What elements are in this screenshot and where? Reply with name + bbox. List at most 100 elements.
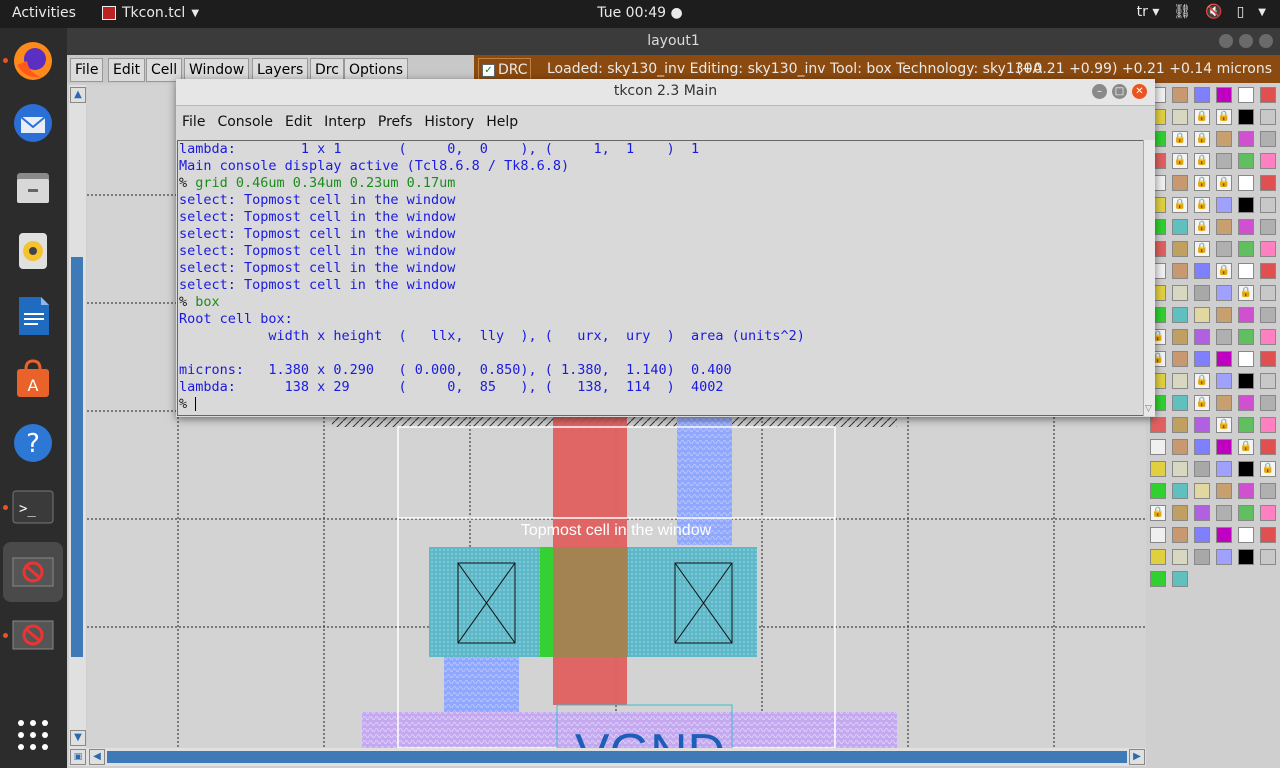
layer-lock-icon[interactable]: 🔒 bbox=[1216, 263, 1232, 279]
layer-swatch[interactable] bbox=[1216, 329, 1232, 345]
battery-icon[interactable]: ▯ bbox=[1237, 4, 1245, 20]
scroll-thumb[interactable] bbox=[71, 257, 83, 657]
scroll-thumb[interactable] bbox=[107, 751, 1127, 763]
layer-lock-icon[interactable]: 🔒 bbox=[1216, 109, 1232, 125]
volume-icon[interactable]: 🔇 bbox=[1205, 4, 1222, 20]
layer-lock-icon[interactable]: 🔒 bbox=[1172, 197, 1188, 213]
chevron-down-icon[interactable]: ▼ bbox=[1258, 7, 1266, 18]
layer-swatch[interactable] bbox=[1238, 241, 1254, 257]
tkcon-menu-console[interactable]: Console bbox=[211, 106, 279, 138]
layer-swatch[interactable] bbox=[1194, 549, 1210, 565]
layer-swatch[interactable] bbox=[1260, 241, 1276, 257]
layer-swatch[interactable] bbox=[1194, 505, 1210, 521]
activities-button[interactable]: Activities bbox=[12, 5, 76, 21]
layer-swatch[interactable] bbox=[1150, 571, 1166, 587]
maximize-button[interactable]: □ bbox=[1112, 84, 1127, 99]
layer-swatch[interactable] bbox=[1238, 87, 1254, 103]
layer-swatch[interactable] bbox=[1194, 483, 1210, 499]
layer-swatch[interactable] bbox=[1216, 219, 1232, 235]
checkbox-icon[interactable]: ✓ bbox=[482, 63, 495, 77]
layer-swatch[interactable] bbox=[1238, 219, 1254, 235]
layer-lock-icon[interactable]: 🔒 bbox=[1194, 131, 1210, 147]
layer-swatch[interactable] bbox=[1238, 109, 1254, 125]
layer-swatch[interactable] bbox=[1238, 197, 1254, 213]
layer-swatch[interactable] bbox=[1238, 417, 1254, 433]
firefox-icon[interactable] bbox=[10, 38, 56, 84]
layer-swatch[interactable] bbox=[1260, 197, 1276, 213]
scroll-down-button[interactable]: ▼ bbox=[70, 730, 86, 746]
layer-swatch[interactable] bbox=[1260, 307, 1276, 323]
app-menu[interactable]: Tkcon.tcl ▼ bbox=[102, 5, 199, 21]
layer-swatch[interactable] bbox=[1172, 373, 1188, 389]
scroll-up-button[interactable]: ▲ bbox=[70, 87, 86, 103]
layer-swatch[interactable] bbox=[1238, 131, 1254, 147]
layer-lock-icon[interactable]: 🔒 bbox=[1238, 285, 1254, 301]
layer-swatch[interactable] bbox=[1216, 351, 1232, 367]
layer-swatch[interactable] bbox=[1194, 263, 1210, 279]
rhythmbox-icon[interactable] bbox=[10, 228, 56, 274]
layer-swatch[interactable] bbox=[1260, 131, 1276, 147]
layer-swatch[interactable] bbox=[1238, 461, 1254, 477]
layer-lock-icon[interactable]: 🔒 bbox=[1194, 373, 1210, 389]
layer-swatch[interactable] bbox=[1238, 263, 1254, 279]
layer-swatch[interactable] bbox=[1172, 219, 1188, 235]
layer-swatch[interactable] bbox=[1150, 417, 1166, 433]
scroll-right-button[interactable]: ▶ bbox=[1129, 749, 1145, 765]
layer-swatch[interactable] bbox=[1238, 549, 1254, 565]
layer-lock-icon[interactable]: 🔒 bbox=[1194, 197, 1210, 213]
layer-swatch[interactable] bbox=[1238, 395, 1254, 411]
layer-swatch[interactable] bbox=[1260, 527, 1276, 543]
layer-swatch[interactable] bbox=[1260, 395, 1276, 411]
layer-swatch[interactable] bbox=[1172, 461, 1188, 477]
layer-swatch[interactable] bbox=[1194, 351, 1210, 367]
layer-swatch[interactable] bbox=[1216, 461, 1232, 477]
layer-swatch[interactable] bbox=[1216, 505, 1232, 521]
layer-swatch[interactable] bbox=[1260, 439, 1276, 455]
layer-lock-icon[interactable]: 🔒 bbox=[1194, 219, 1210, 235]
layer-swatch[interactable] bbox=[1216, 439, 1232, 455]
apps-grid-icon[interactable] bbox=[10, 712, 56, 758]
layer-swatch[interactable] bbox=[1194, 461, 1210, 477]
layer-swatch[interactable] bbox=[1194, 439, 1210, 455]
close-button[interactable]: ✕ bbox=[1132, 84, 1147, 99]
layer-swatch[interactable] bbox=[1216, 373, 1232, 389]
layer-swatch[interactable] bbox=[1260, 417, 1276, 433]
layer-swatch[interactable] bbox=[1172, 87, 1188, 103]
layer-swatch[interactable] bbox=[1238, 153, 1254, 169]
scroll-left-button[interactable]: ◀ bbox=[89, 749, 105, 765]
layer-swatch[interactable] bbox=[1216, 285, 1232, 301]
layer-swatch[interactable] bbox=[1238, 351, 1254, 367]
layer-lock-icon[interactable]: 🔒 bbox=[1150, 505, 1166, 521]
layer-lock-icon[interactable]: 🔒 bbox=[1194, 395, 1210, 411]
vertical-scrollbar[interactable]: ▲ ▼ bbox=[69, 85, 86, 748]
software-icon[interactable]: A bbox=[10, 356, 56, 402]
clock[interactable]: Tue 00:49 bbox=[597, 5, 666, 21]
layer-swatch[interactable] bbox=[1216, 153, 1232, 169]
minimize-button[interactable] bbox=[1219, 34, 1233, 48]
layer-swatch[interactable] bbox=[1238, 483, 1254, 499]
layer-swatch[interactable] bbox=[1216, 549, 1232, 565]
menu-file[interactable]: File bbox=[70, 58, 104, 82]
layer-swatch[interactable] bbox=[1216, 527, 1232, 543]
close-button[interactable] bbox=[1259, 34, 1273, 48]
tkcon-menu-help[interactable]: Help bbox=[480, 106, 524, 138]
layer-swatch[interactable] bbox=[1172, 241, 1188, 257]
layer-swatch[interactable] bbox=[1238, 373, 1254, 389]
layer-swatch[interactable] bbox=[1172, 307, 1188, 323]
layer-swatch[interactable] bbox=[1260, 351, 1276, 367]
tkcon-titlebar[interactable]: tkcon 2.3 Main – □ ✕ bbox=[176, 79, 1155, 106]
tkcon-menu-edit[interactable]: Edit bbox=[279, 106, 318, 138]
layer-lock-icon[interactable]: 🔒 bbox=[1194, 109, 1210, 125]
layer-swatch[interactable] bbox=[1260, 549, 1276, 565]
layer-lock-icon[interactable]: 🔒 bbox=[1238, 439, 1254, 455]
layer-swatch[interactable] bbox=[1260, 483, 1276, 499]
layer-swatch[interactable] bbox=[1216, 483, 1232, 499]
layer-swatch[interactable] bbox=[1260, 373, 1276, 389]
layer-swatch[interactable] bbox=[1194, 87, 1210, 103]
layer-swatch[interactable] bbox=[1238, 505, 1254, 521]
menu-edit[interactable]: Edit bbox=[108, 58, 146, 82]
layer-swatch[interactable] bbox=[1238, 527, 1254, 543]
layer-lock-icon[interactable]: 🔒 bbox=[1172, 131, 1188, 147]
zoom-box-button[interactable]: ▣ bbox=[70, 749, 86, 765]
tkcon-menu-history[interactable]: History bbox=[418, 106, 480, 138]
